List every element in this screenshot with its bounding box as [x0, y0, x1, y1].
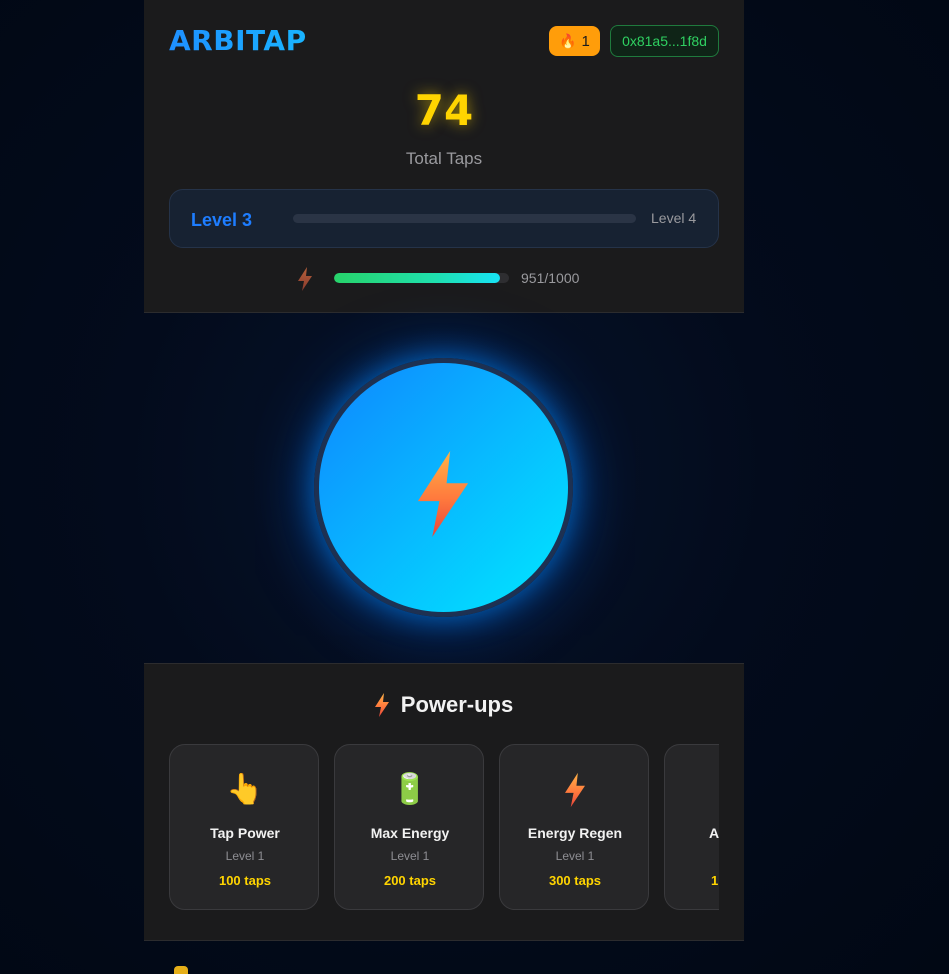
next-level: Level 4 — [651, 210, 697, 226]
powerup-cost: 300 taps — [548, 873, 602, 888]
powerup-name: Energy Regen — [527, 825, 623, 841]
powerup-name: Tap Power — [210, 825, 280, 841]
pointing-hand-icon: 👆 — [226, 773, 264, 806]
powerup-cost: 100 taps — [218, 873, 272, 888]
powerups-section: Power-ups 👆 Tap Power Level 1 100 taps 🔋… — [144, 663, 744, 941]
tap-button[interactable] — [314, 358, 573, 617]
powerup-name: Max Energy — [370, 825, 450, 841]
lightning-icon — [374, 693, 389, 717]
powerups-title: Power-ups — [400, 692, 514, 717]
current-level: Level 3 — [191, 210, 253, 230]
header-panel: ARBITAP 🔥 1 0x81a5...1f8d 74 Total Taps … — [144, 0, 744, 313]
fire-icon: 🔥 — [559, 32, 577, 49]
powerup-card-energy-regen[interactable]: Energy Regen Level 1 300 taps — [499, 744, 649, 910]
powerup-level: Level 1 — [390, 849, 430, 863]
powerup-level: Level 1 — [555, 849, 595, 863]
next-section-icon — [174, 966, 188, 974]
powerup-card-tap-power[interactable]: 👆 Tap Power Level 1 100 taps — [169, 744, 319, 910]
powerup-cost: 200 taps — [383, 873, 437, 888]
lightning-icon — [500, 771, 650, 809]
total-taps-label: Total Taps — [405, 149, 483, 168]
powerup-card-max-energy[interactable]: 🔋 Max Energy Level 1 200 taps — [334, 744, 484, 910]
streak-badge[interactable]: 🔥 1 — [549, 26, 600, 56]
level-progress-bar — [293, 214, 636, 223]
streak-count: 1 — [581, 32, 590, 50]
app-container: ARBITAP 🔥 1 0x81a5...1f8d 74 Total Taps … — [144, 0, 744, 974]
energy-bar-fill — [334, 273, 501, 283]
energy-value: 951/1000 — [521, 270, 580, 286]
powerups-carousel[interactable]: 👆 Tap Power Level 1 100 taps 🔋 Max Energ… — [169, 744, 719, 911]
powerup-cost: 1. — [711, 873, 719, 888]
powerup-card-partial[interactable]: A 1. — [664, 744, 719, 910]
wallet-address-button[interactable]: 0x81a5...1f8d — [610, 25, 719, 57]
powerup-name: A — [709, 825, 719, 841]
powerup-level: Level 1 — [225, 849, 265, 863]
powerups-header: Power-ups — [144, 692, 744, 718]
total-taps-value: 74 — [414, 86, 474, 135]
battery-icon: 🔋 — [391, 773, 429, 806]
lightning-icon — [298, 267, 312, 291]
lightning-icon — [417, 451, 469, 537]
level-progress-card: Level 3 Level 4 — [169, 189, 719, 248]
energy-bar — [334, 273, 509, 283]
app-logo: ARBITAP — [169, 24, 307, 57]
